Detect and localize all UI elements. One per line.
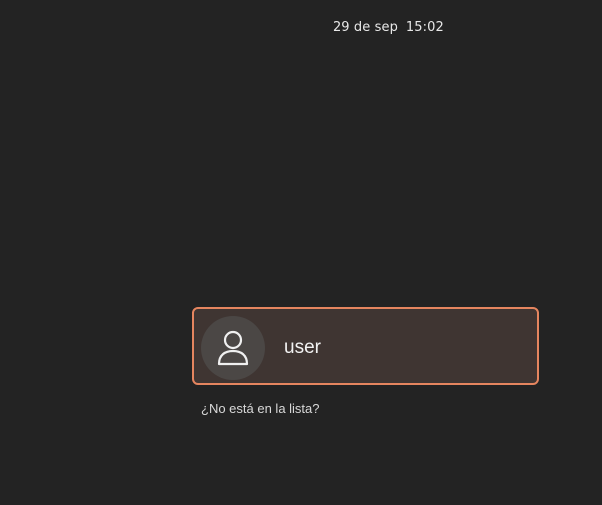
user-avatar-icon [217,330,249,366]
clock-date: 29 de sep [332,20,398,35]
not-listed-link[interactable]: ¿No está en la lista? [201,401,320,416]
clock-time: 15:02 [405,20,444,35]
user-name-label: user [284,337,321,358]
user-list-item[interactable]: user [192,307,539,385]
top-bar-clock[interactable]: 29 de sep 15:02 [316,5,444,50]
login-screen: 29 de sep 15:02 user ¿No está en la lista… [0,0,602,505]
avatar [201,316,265,380]
